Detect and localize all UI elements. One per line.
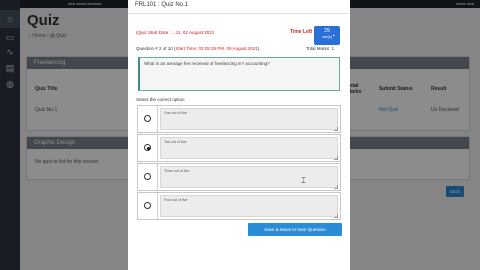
option-radio[interactable]	[144, 202, 151, 209]
option-text: Two out of five	[160, 137, 338, 159]
question-counter: Question # 2 of 10 (Start Time: 02:05:39…	[136, 46, 259, 51]
save-next-button[interactable]: Save & Move to Next Question	[248, 223, 342, 236]
option-4[interactable]: Four out of five	[137, 192, 341, 220]
option-3[interactable]: Three out of five	[137, 163, 341, 191]
option-text: One out of five	[160, 108, 338, 130]
radio-cell[interactable]	[138, 193, 158, 219]
question-prefix: Question # 2 of 10 (	[136, 46, 176, 51]
resize-grip-icon[interactable]	[334, 127, 338, 131]
time-left-label: Time Left	[290, 29, 313, 35]
quiz-modal: FRL101 : Quiz No.1 (Quiz Start Date : ..…	[128, 0, 350, 270]
option-1[interactable]: One out of five	[137, 105, 341, 133]
option-radio[interactable]	[144, 173, 151, 180]
option-text: Three out of five	[160, 166, 338, 188]
mouse-cursor-icon: ⌶	[301, 176, 306, 185]
modal-header: FRL101 : Quiz No.1	[128, 0, 350, 14]
total-marks: Total Marks: 1	[306, 46, 335, 51]
radio-cell[interactable]	[138, 135, 158, 161]
option-radio-selected[interactable]	[144, 144, 151, 151]
instruction-text: Select the correct option	[136, 97, 185, 102]
option-radio[interactable]	[144, 115, 151, 122]
question-suffix: )	[257, 46, 260, 51]
option-2[interactable]: Two out of five	[137, 134, 341, 162]
countdown-timer: 29 sec(s) ◔	[314, 26, 340, 45]
modal-title: FRL101 : Quiz No.1	[135, 2, 189, 8]
option-text: Four out of five	[160, 195, 338, 217]
question-deadline: Start Time: 02:05:39 PM, 09 August 2021	[175, 46, 258, 51]
question-text: What is an average fee received of freel…	[138, 57, 340, 91]
resize-grip-icon[interactable]	[334, 214, 338, 218]
resize-grip-icon[interactable]	[334, 156, 338, 160]
radio-cell[interactable]	[138, 164, 158, 190]
radio-cell[interactable]	[138, 106, 158, 132]
radio-dot-icon	[146, 146, 150, 150]
resize-grip-icon[interactable]	[334, 185, 338, 189]
clock-icon: ◔	[330, 33, 336, 40]
quiz-schedule: (Quiz Start Date : ...11, 02 August 2021	[136, 30, 215, 35]
